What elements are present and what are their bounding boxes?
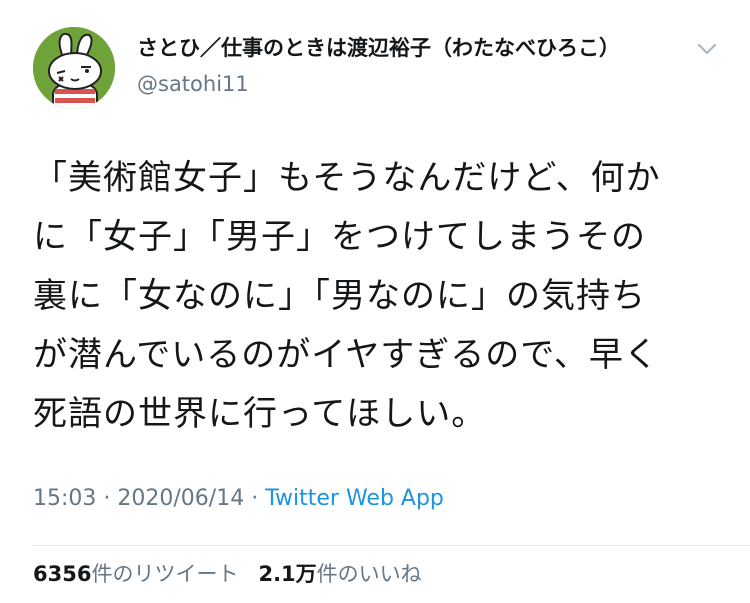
tweet-detail: さとひ／仕事のときは渡辺裕子（わたなべひろこ） @satohi11 「美術館女子… [0,0,750,603]
tweet-source-link[interactable]: Twitter Web App [265,486,444,511]
tweet-text: 「美術館女子」もそうなんだけど、何か に「女子」「男子」をつけてしまうその 裏に… [33,149,723,444]
retweets-count: 6356 [33,562,92,586]
tweet-text-line: 「美術館女子」もそうなんだけど、何か [33,158,661,198]
tweet-stats: 6356件のリツイート 2.1万件のいいね [33,559,422,589]
meta-separator: · [251,486,259,511]
chevron-down-icon[interactable] [694,36,720,62]
rabbit-cartoon-avatar-icon [33,27,115,109]
tweet-date[interactable]: 2020/06/14 [117,486,244,511]
likes-stat[interactable]: 2.1万件のいいね [258,559,421,589]
tweet-text-line: に「女子」「男子」をつけてしまうその [33,217,646,257]
likes-count: 2.1万 [258,562,317,586]
retweets-stat[interactable]: 6356件のリツイート [33,559,238,589]
avatar[interactable] [33,27,115,109]
divider [33,545,750,546]
display-name[interactable]: さとひ／仕事のときは渡辺裕子（わたなべひろこ） [137,33,682,63]
tweet-text-line: 裏に「女なのに」「男なのに」の気持ち [33,276,646,316]
likes-label: 件のいいね [316,562,422,586]
tweet-text-line: 死語の世界に行ってほしい。 [33,394,487,434]
tweet-time[interactable]: 15:03 [33,486,96,511]
tweet-meta: 15:03 · 2020/06/14 · Twitter Web App [33,484,444,514]
tweet-text-line: が潜んでいるのがイヤすぎるので、早く [33,335,659,375]
meta-separator: · [103,486,111,511]
retweets-label: 件のリツイート [91,562,239,586]
user-handle[interactable]: @satohi11 [137,70,249,98]
